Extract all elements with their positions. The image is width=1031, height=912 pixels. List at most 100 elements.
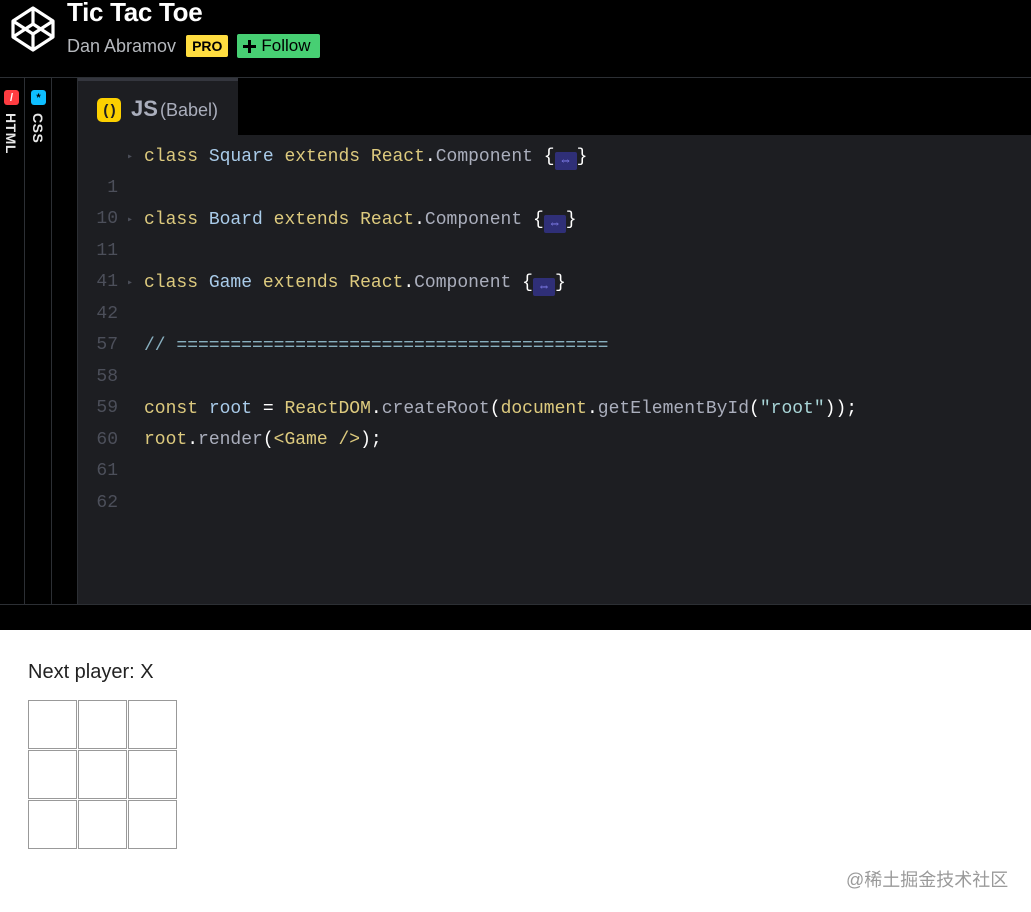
code-token: class [144,210,199,230]
code-token: . [370,399,382,419]
code-token: render [198,430,263,450]
code-token: } [554,273,566,293]
code-token: . [424,147,436,167]
editor-region: / HTML * CSS ( ) JS (Babel) 1 ▸ class Sq… [0,78,1031,604]
byline: Dan Abramov PRO Follow [67,34,320,58]
code-token: React [349,273,404,293]
css-tab-label: CSS [30,113,46,144]
code-token: getElementById [597,399,750,419]
code-line[interactable]: 11 ▸ class Board extends React.Component… [78,205,1031,261]
fold-arrow-icon[interactable]: ▸ [127,268,133,299]
code-token: ReactDOM [284,399,371,419]
folded-code-icon[interactable]: ⇔ [543,215,566,233]
code-token: . [403,273,415,293]
fold-arrow-icon[interactable]: ▸ [127,205,133,236]
js-icon: ( ) [97,98,121,122]
code-token: "root" [759,399,825,419]
code-token: } [576,147,588,167]
board-square[interactable] [78,700,127,749]
game-status: Next player: X [28,661,154,683]
line-number: 62 [96,493,118,513]
board-square[interactable] [28,700,77,749]
js-editor-tab[interactable]: ( ) JS (Babel) [78,78,238,135]
code-token: React [360,210,415,230]
author-name[interactable]: Dan Abramov [67,36,176,57]
code-token: root [208,399,253,419]
code-token: class [144,273,199,293]
board-square[interactable] [28,800,77,849]
code-token: ( [262,430,274,450]
pen-header: Tic Tac Toe Dan Abramov PRO Follow [0,0,1031,78]
code-token: { [543,147,555,167]
js-tab-bar: ( ) JS (Babel) [78,78,1031,135]
code-line[interactable]: 58 // ==================================… [78,331,1031,387]
code-line[interactable]: 62 [78,457,1031,513]
code-token: extends [273,210,350,230]
code-token: extends [284,147,361,167]
follow-label: Follow [261,36,311,55]
code-token: ( [489,399,501,419]
follow-button[interactable]: Follow [237,34,320,58]
code-token: ( [749,399,760,419]
code-token: } [565,210,577,230]
code-token: Square [208,147,274,167]
code-token: ); [360,430,382,450]
code-line[interactable]: 57 [78,299,1031,355]
js-editor-panel: ( ) JS (Babel) 1 ▸ class Square extends … [78,78,1031,604]
game-board [28,700,178,850]
plus-icon [243,39,257,53]
code-token: . [586,399,598,419]
code-token: <Game /> [273,430,361,450]
board-square[interactable] [78,800,127,849]
code-token: Component [414,273,512,293]
folded-code-icon[interactable]: ⇔ [532,278,555,296]
html-editor-tab[interactable]: / HTML [0,78,25,604]
code-token: . [187,430,199,450]
code-token: )); [824,399,858,419]
code-token: React [370,147,425,167]
pro-badge[interactable]: PRO [186,35,229,57]
css-editor-tab[interactable]: * CSS [25,78,52,604]
html-icon: / [4,90,19,105]
js-preprocessor-label: (Babel) [160,100,219,120]
js-tab-label: JS [131,96,158,121]
code-line[interactable]: 42 ▸ class Game extends React.Component … [78,268,1031,324]
code-token: { [522,273,533,293]
code-token: { [532,210,544,230]
html-tab-label: HTML [3,113,19,154]
code-token: Game [208,273,253,293]
code-token: class [144,147,199,167]
board-square[interactable] [78,750,127,799]
pen-title[interactable]: Tic Tac Toe [67,0,203,28]
fold-arrow-icon[interactable]: ▸ [127,142,133,173]
code-line[interactable]: 60 const root = ReactDOM.createRoot(docu… [78,394,1031,450]
watermark: @稀土掘金技术社区 [846,870,1009,890]
code-token: const [144,399,199,419]
code-token: Component [424,210,523,230]
code-line[interactable]: 41 [78,236,1031,292]
css-icon: * [31,90,46,105]
code-editor[interactable]: 1 ▸ class Square extends React.Component… [78,135,1031,604]
code-token: document [500,399,587,419]
board-square[interactable] [128,700,177,749]
editor-resize-strip[interactable] [52,78,78,604]
code-comment: // =====================================… [144,336,609,356]
board-square[interactable] [128,750,177,799]
board-square[interactable] [28,750,77,799]
code-line[interactable]: 10 [78,173,1031,229]
code-token: Component [435,147,533,167]
code-line[interactable]: 1 ▸ class Square extends React.Component… [78,142,1031,198]
code-token: root [144,430,188,450]
code-token: createRoot [381,399,490,419]
folded-code-icon[interactable]: ⇔ [554,152,577,170]
result-preview: Next player: X @稀土掘金技术社区 [0,630,1031,912]
code-line[interactable]: 61 root.render(<Game />); [78,425,1031,481]
code-token: extends [262,273,339,293]
codepen-logo-icon[interactable] [8,4,58,54]
editor-resize-bar[interactable] [0,604,1031,631]
code-token: . [414,210,425,230]
code-token: = [262,399,274,419]
code-line[interactable]: 59 [78,362,1031,418]
code-token: Board [208,210,263,230]
board-square[interactable] [128,800,177,849]
